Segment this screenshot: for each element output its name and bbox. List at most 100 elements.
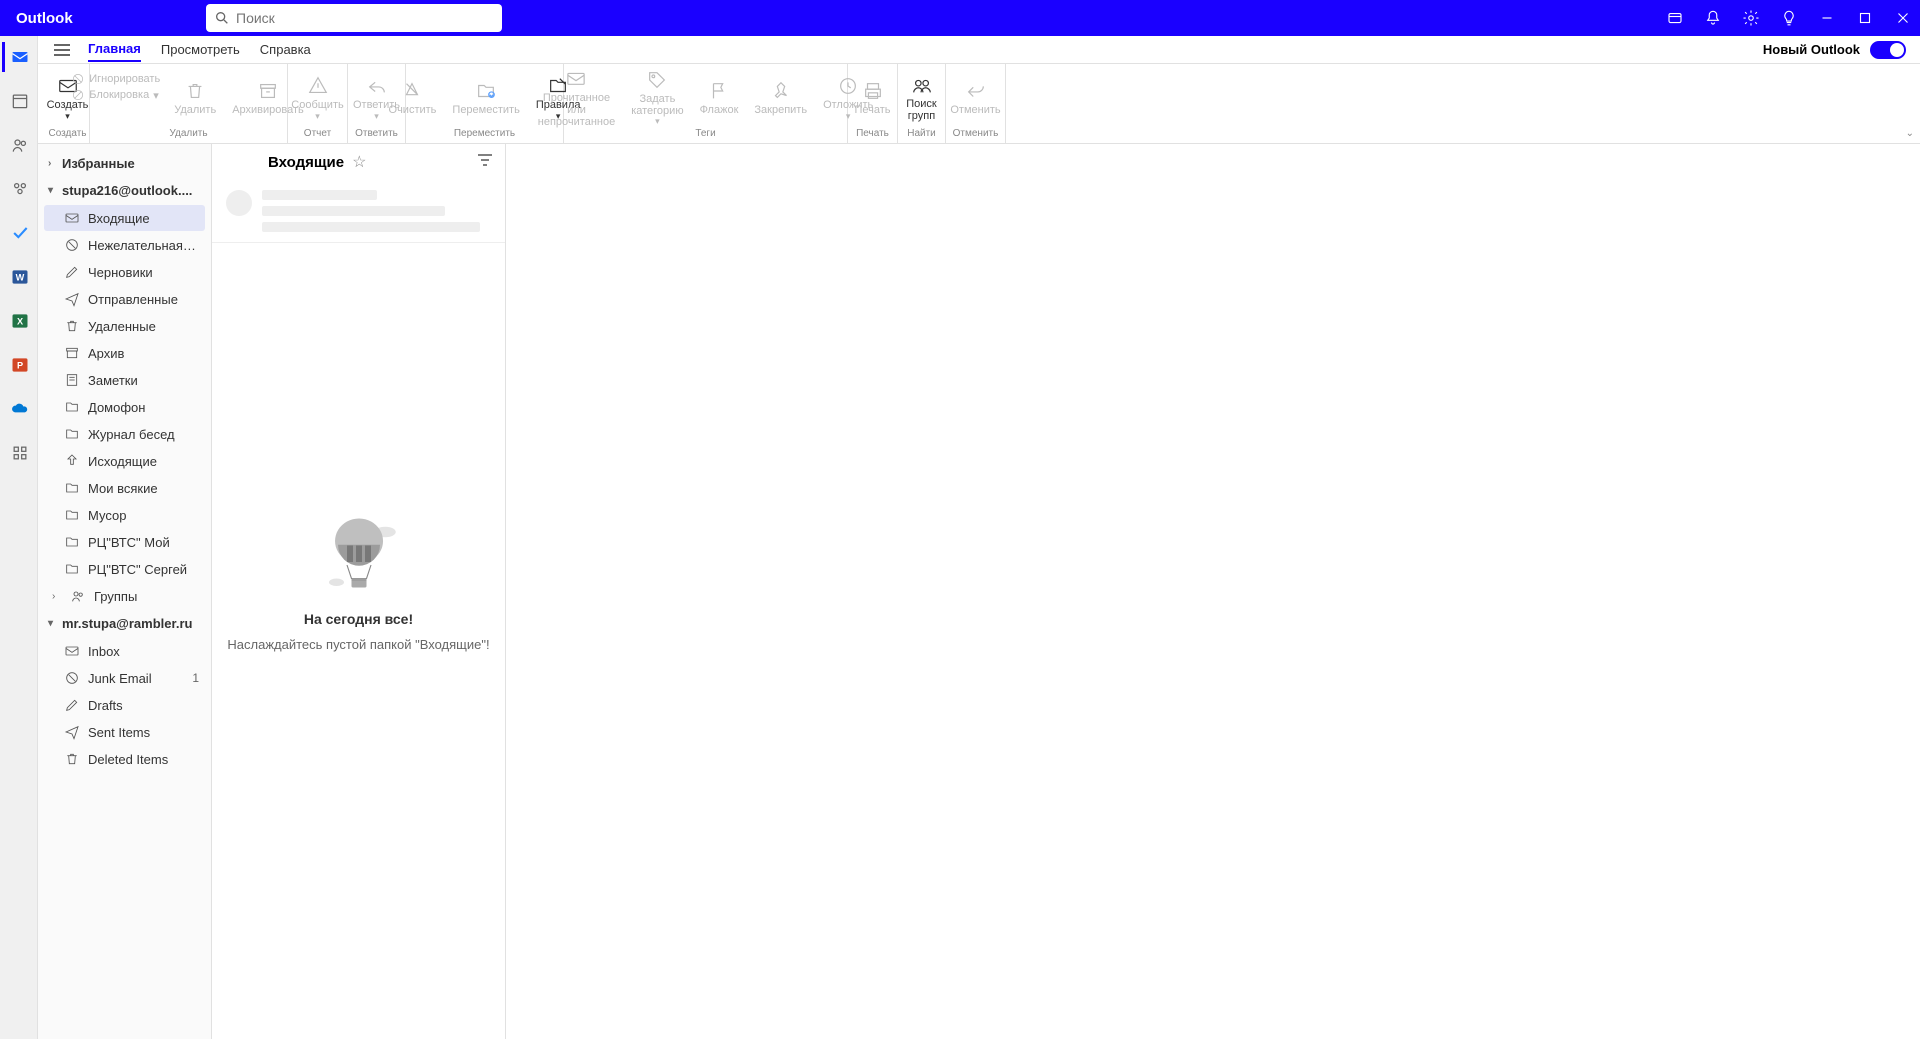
ribbon: Создать ▾ Создать Игнорировать Блокировк…: [0, 64, 1920, 144]
svg-text:P: P: [17, 360, 23, 370]
folder-label: Нежелательная по...: [88, 238, 199, 253]
folder-tree: ›Избранные ▾stupa216@outlook.... Входящи…: [38, 144, 212, 1039]
ribbon-collapse-icon[interactable]: ⌄: [1906, 128, 1914, 139]
folder-item[interactable]: Нежелательная по...: [44, 232, 205, 258]
group-undo-label: Отменить: [953, 128, 999, 141]
folder-item[interactable]: Входящие: [44, 205, 205, 231]
group-tags-label: Теги: [695, 128, 715, 141]
folder-item[interactable]: Drafts: [44, 692, 205, 718]
favorite-star-icon[interactable]: ☆: [352, 152, 366, 172]
rail-more-apps[interactable]: [2, 438, 36, 468]
group-report-label: Отчет: [304, 128, 331, 141]
tab-home[interactable]: Главная: [88, 37, 141, 62]
app-rail: W X P: [0, 36, 38, 1039]
favorites-section[interactable]: ›Избранные: [40, 150, 209, 177]
group-delete-label: Удалить: [169, 128, 207, 141]
folder-item[interactable]: Sent Items: [44, 719, 205, 745]
folder-item[interactable]: ›Группы: [44, 583, 205, 609]
folder-item[interactable]: Журнал бесед: [44, 421, 205, 447]
readunread-button[interactable]: Прочитанное или непрочитанное: [530, 68, 623, 128]
app-title: Outlook: [16, 10, 206, 27]
print-button[interactable]: Печать: [846, 68, 898, 128]
sync-icon[interactable]: [1666, 9, 1684, 27]
folder-item[interactable]: Удаленные: [44, 313, 205, 339]
rail-word[interactable]: W: [2, 262, 36, 292]
find-groups-button[interactable]: Поиск групп: [898, 68, 945, 128]
svg-text:X: X: [17, 316, 24, 326]
group-print-label: Печать: [856, 128, 889, 141]
flag-button[interactable]: Флажок: [692, 68, 747, 128]
rail-mail[interactable]: [2, 42, 36, 72]
folder-item[interactable]: Исходящие: [44, 448, 205, 474]
rail-todo[interactable]: [2, 218, 36, 248]
lightbulb-icon[interactable]: [1780, 9, 1798, 27]
delete-button[interactable]: Удалить: [166, 68, 224, 128]
empty-title: На сегодня все!: [304, 611, 413, 627]
minimize-icon[interactable]: [1818, 9, 1836, 27]
folder-label: Junk Email: [88, 671, 184, 686]
reading-pane: [506, 144, 1920, 1039]
gear-icon[interactable]: [1742, 9, 1760, 27]
block-button[interactable]: Блокировка▾: [71, 88, 160, 102]
folder-count: 1: [192, 671, 199, 685]
maximize-icon[interactable]: [1856, 9, 1874, 27]
hamburger-icon[interactable]: [46, 36, 78, 63]
folder-item[interactable]: Отправленные: [44, 286, 205, 312]
bell-icon[interactable]: [1704, 9, 1722, 27]
folder-item[interactable]: Заметки: [44, 367, 205, 393]
cleanup-button[interactable]: Очистить: [381, 68, 445, 128]
folder-item[interactable]: Мусор: [44, 502, 205, 528]
pin-button[interactable]: Закрепить: [746, 68, 815, 128]
folder-label: Мусор: [88, 508, 199, 523]
folder-label: Sent Items: [88, 725, 199, 740]
report-button[interactable]: Сообщить▾: [283, 68, 351, 128]
title-bar: Outlook: [0, 0, 1920, 36]
tab-help[interactable]: Справка: [260, 38, 311, 61]
folder-item[interactable]: Домофон: [44, 394, 205, 420]
group-create-label: Создать: [48, 128, 86, 141]
folder-item[interactable]: Deleted Items: [44, 746, 205, 772]
account-2[interactable]: ▾mr.stupa@rambler.ru: [40, 610, 209, 637]
folder-label: Inbox: [88, 644, 199, 659]
rail-powerpoint[interactable]: P: [2, 350, 36, 380]
folder-item[interactable]: РЦ"ВТС" Сергей: [44, 556, 205, 582]
folder-label: Исходящие: [88, 454, 199, 469]
folder-item[interactable]: Архив: [44, 340, 205, 366]
folder-item[interactable]: Черновики: [44, 259, 205, 285]
ignore-button[interactable]: Игнорировать: [71, 72, 160, 86]
tab-view[interactable]: Просмотреть: [161, 38, 240, 61]
rail-groups[interactable]: [2, 174, 36, 204]
=: На сегодня все! Наслаждайтесь пустой пап…: [212, 243, 505, 1039]
folder-label: РЦ"ВТС" Мой: [88, 535, 199, 550]
category-button[interactable]: Задать категорию▾: [623, 68, 691, 128]
search-input[interactable]: [236, 10, 494, 26]
group-reply-label: Ответить: [355, 128, 398, 141]
folder-label: РЦ"ВТС" Сергей: [88, 562, 199, 577]
folder-item[interactable]: Inbox: [44, 638, 205, 664]
account-1[interactable]: ▾stupa216@outlook....: [40, 177, 209, 204]
folder-label: Группы: [94, 589, 199, 604]
message-list-column: Входящие ☆: [212, 144, 506, 1039]
folder-item[interactable]: РЦ"ВТС" Мой: [44, 529, 205, 555]
folder-item[interactable]: Мои всякие: [44, 475, 205, 501]
move-button[interactable]: Переместить: [444, 68, 527, 128]
folder-label: Журнал бесед: [88, 427, 199, 442]
folder-label: Черновики: [88, 265, 199, 280]
undo-button[interactable]: Отменить: [942, 68, 1008, 128]
rail-onedrive[interactable]: [2, 394, 36, 424]
message-skeleton: [212, 180, 505, 243]
filter-icon[interactable]: [477, 153, 493, 172]
folder-label: Deleted Items: [88, 752, 199, 767]
tabs-row: Главная Просмотреть Справка Новый Outloo…: [0, 36, 1920, 64]
rail-excel[interactable]: X: [2, 306, 36, 336]
balloon-icon: [314, 511, 404, 601]
empty-subtitle: Наслаждайтесь пустой папкой "Входящие"!: [227, 637, 489, 652]
group-find-label: Найти: [907, 128, 936, 141]
search-box[interactable]: [206, 4, 502, 32]
rail-calendar[interactable]: [2, 86, 36, 116]
rail-people[interactable]: [2, 130, 36, 160]
folder-label: Входящие: [88, 211, 199, 226]
new-outlook-toggle[interactable]: [1870, 41, 1906, 59]
close-icon[interactable]: [1894, 9, 1912, 27]
folder-item[interactable]: Junk Email 1: [44, 665, 205, 691]
